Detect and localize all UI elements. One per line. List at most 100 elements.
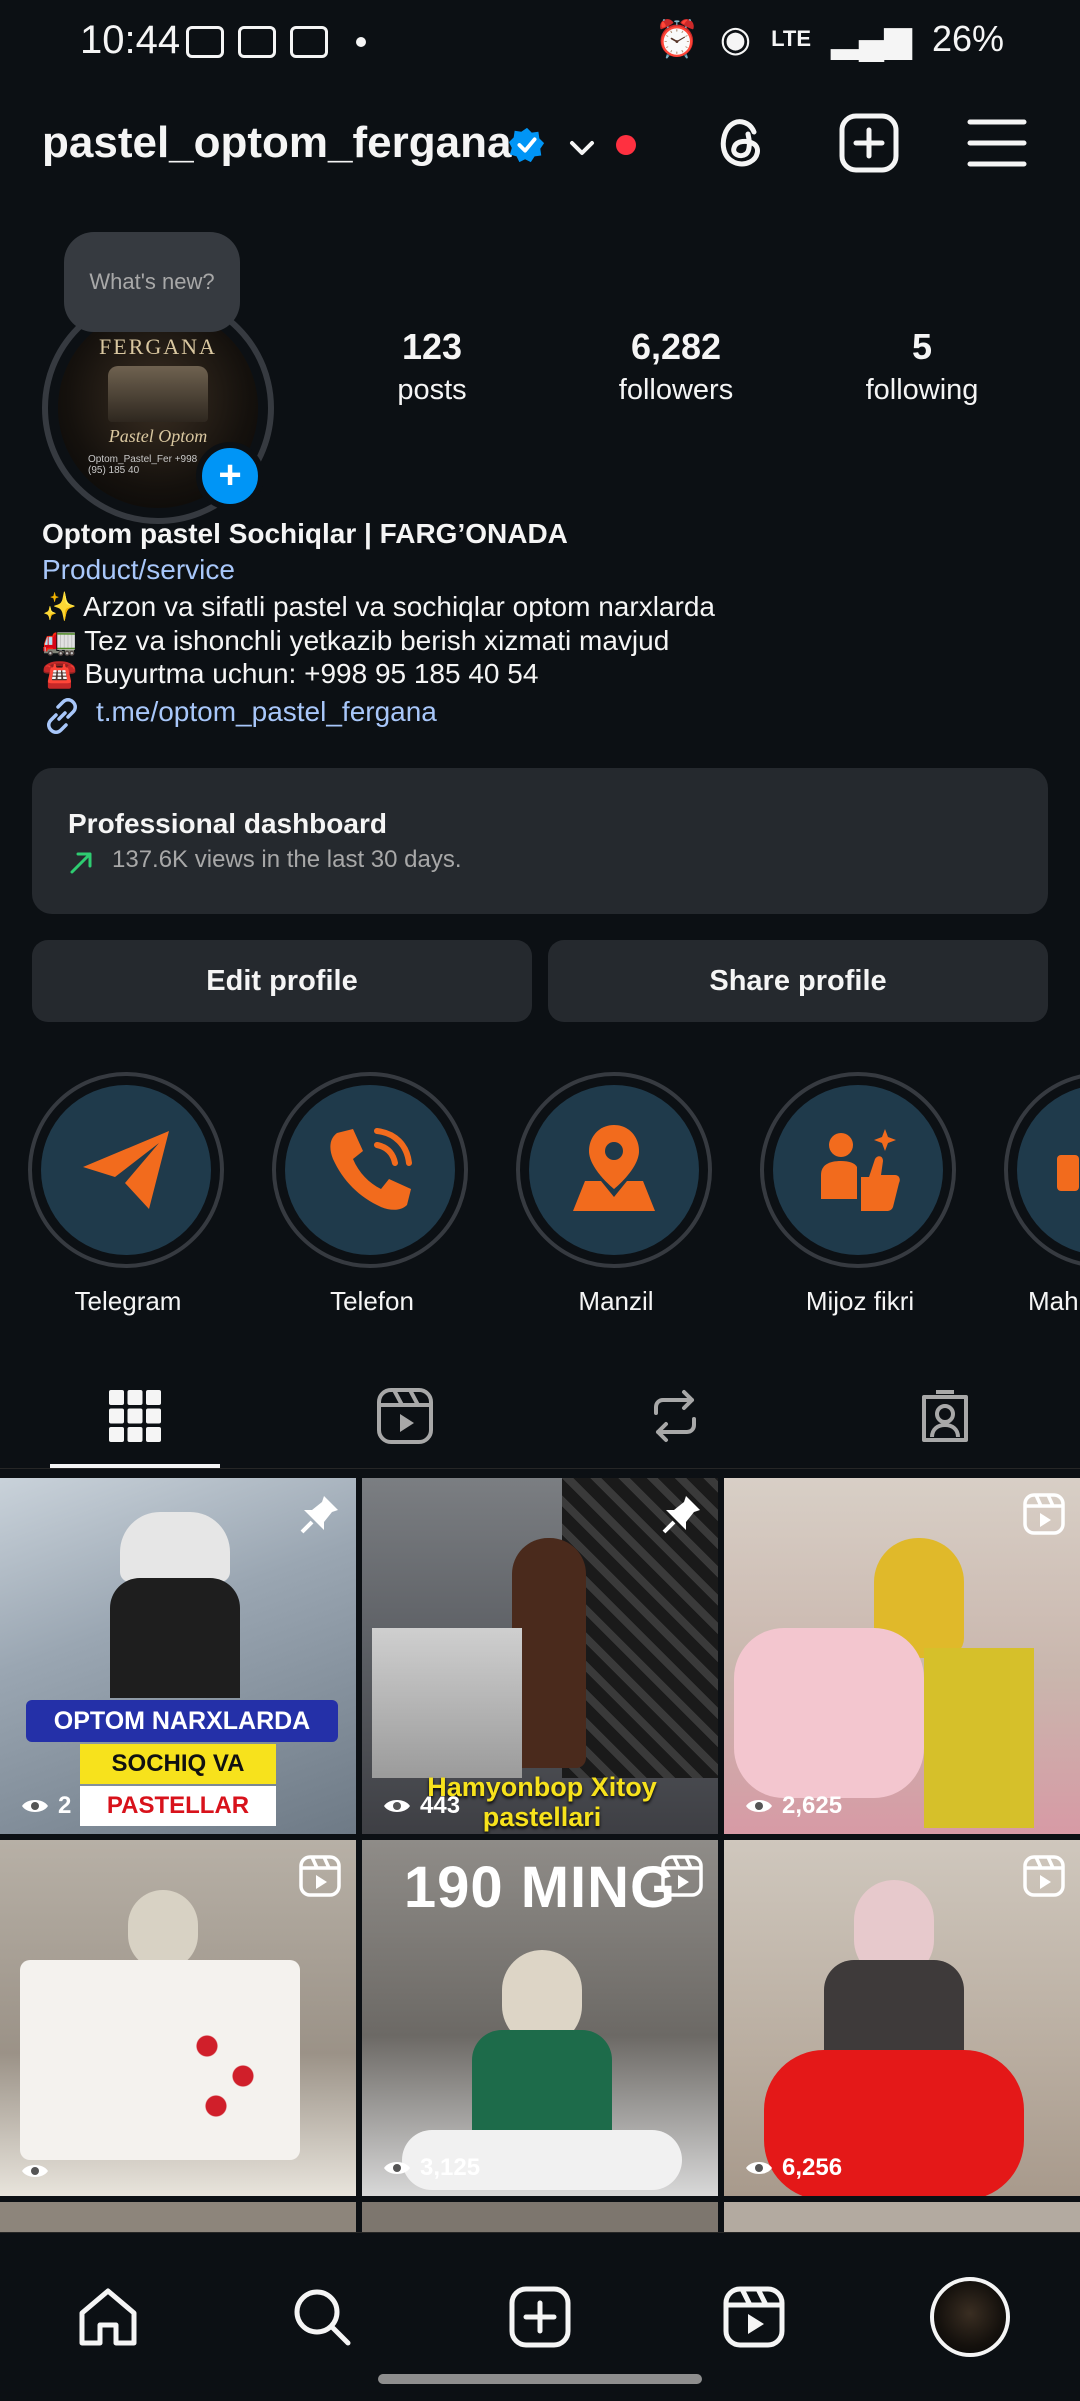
account-switch-chevron-icon[interactable] bbox=[566, 132, 598, 164]
post-views bbox=[20, 2160, 58, 2182]
photo-person bbox=[512, 1538, 586, 1768]
bio-name: Optom pastel Sochiqlar | FARG’ONADA bbox=[42, 518, 568, 549]
post-tile-partial[interactable] bbox=[362, 2202, 718, 2232]
highlight-manzil[interactable]: Manzil bbox=[516, 1072, 716, 1317]
post-view-count: 443 bbox=[420, 1792, 461, 1819]
reels-icon bbox=[377, 1388, 433, 1444]
hotspot-icon: ◉ bbox=[719, 18, 752, 59]
stat-label: posts bbox=[397, 374, 467, 406]
post-tile[interactable]: 6,256 bbox=[724, 1840, 1080, 2196]
home-indicator[interactable] bbox=[378, 2374, 702, 2384]
tab-tagged[interactable] bbox=[810, 1366, 1080, 1466]
add-story-button[interactable]: + bbox=[196, 442, 264, 510]
eye-icon bbox=[22, 1800, 48, 1812]
profile-username[interactable]: pastel_optom_fergana bbox=[42, 118, 511, 168]
notification-icons bbox=[186, 26, 366, 58]
post-views: 6,256 bbox=[744, 2154, 842, 2182]
highlight-telefon[interactable]: Telefon bbox=[272, 1072, 472, 1317]
paper-plane-icon bbox=[83, 1131, 169, 1209]
post-views: 2,625 bbox=[744, 1792, 842, 1820]
post-tile-partial[interactable] bbox=[724, 2202, 1080, 2232]
bio-line: ☎️ Buyurtma uchun: +998 95 185 40 54 bbox=[42, 658, 539, 689]
tab-posts-grid[interactable] bbox=[0, 1366, 270, 1466]
post-views: 3,125 bbox=[382, 2154, 480, 2182]
photo-bedding-stack bbox=[372, 1628, 522, 1778]
edit-profile-button[interactable]: Edit profile bbox=[32, 940, 532, 1022]
stat-following[interactable]: 5 following bbox=[802, 326, 1042, 407]
bio-link[interactable]: t.me/optom_pastel_fergana bbox=[96, 696, 437, 728]
photo-hat bbox=[120, 1512, 230, 1582]
bio-category[interactable]: Product/service bbox=[42, 554, 235, 586]
voicemail-icon bbox=[290, 26, 328, 58]
post-tile[interactable] bbox=[0, 1840, 356, 2196]
reels-icon bbox=[1023, 1855, 1065, 1897]
tab-reels[interactable] bbox=[270, 1366, 540, 1466]
highlight-cover bbox=[529, 1085, 699, 1255]
highlight-telegram[interactable]: Telegram bbox=[28, 1072, 228, 1317]
highlight-mah[interactable]: Mah bbox=[1004, 1072, 1080, 1317]
profile-avatar-tab[interactable] bbox=[930, 2277, 1010, 2357]
unread-indicator bbox=[616, 135, 636, 155]
post-tile[interactable]: OPTOM NARXLARDA SOCHIQ VA PASTELLAR 2 bbox=[0, 1478, 356, 1834]
highlight-ring bbox=[272, 1072, 468, 1268]
stat-value: 5 bbox=[911, 326, 933, 367]
reposts-icon bbox=[654, 1390, 696, 1442]
post-tile-partial[interactable] bbox=[0, 2202, 356, 2232]
search-icon[interactable] bbox=[290, 2285, 354, 2349]
stat-posts[interactable]: 123 posts bbox=[312, 326, 552, 407]
eye-icon bbox=[22, 2165, 48, 2177]
trend-up-icon bbox=[70, 852, 92, 874]
highlight-cover bbox=[1017, 1085, 1080, 1255]
alarm-icon: ⏰ bbox=[654, 18, 700, 59]
dashboard-subtitle: 137.6K views in the last 30 days. bbox=[112, 846, 462, 873]
thumbs-up-icon bbox=[821, 1129, 900, 1211]
home-icon[interactable] bbox=[76, 2285, 140, 2349]
professional-dashboard[interactable]: Professional dashboard 137.6K views in t… bbox=[32, 768, 1048, 914]
post-caption: SOCHIQ VA bbox=[80, 1744, 276, 1784]
more-notifications-icon bbox=[356, 37, 366, 47]
stat-label: followers bbox=[618, 374, 734, 406]
menu-icon[interactable] bbox=[966, 112, 1028, 174]
link-icon bbox=[47, 698, 77, 734]
threads-icon[interactable] bbox=[710, 112, 772, 174]
post-view-count: 6,256 bbox=[782, 2154, 843, 2181]
highlight-label: Mijoz fikri bbox=[805, 1286, 915, 1316]
highlight-label: Telegram bbox=[74, 1286, 182, 1316]
status-bar: 10:44 ⏰ ◉ LTE ▂▄▆ 26% bbox=[0, 0, 1080, 90]
share-profile-button[interactable]: Share profile bbox=[548, 940, 1048, 1022]
status-time: 10:44 bbox=[80, 18, 181, 62]
photo-person bbox=[128, 1890, 198, 1970]
post-tile[interactable]: 190 MING 3,125 bbox=[362, 1840, 718, 2196]
photo-pillow bbox=[734, 1628, 924, 1798]
tab-reposts[interactable] bbox=[540, 1366, 810, 1466]
reels-icon bbox=[661, 1855, 703, 1897]
verified-badge-icon bbox=[508, 127, 545, 163]
stat-followers[interactable]: 6,282 followers bbox=[556, 326, 796, 407]
avatar-contact-text: Optom_Pastel_Fer +998 (95) 185 40 bbox=[88, 454, 198, 476]
create-post-icon[interactable] bbox=[838, 112, 900, 174]
tabs-divider bbox=[0, 1468, 1080, 1469]
photo-person bbox=[110, 1578, 240, 1698]
reels-icon bbox=[299, 1855, 341, 1897]
eye-icon bbox=[384, 1800, 410, 1812]
highlight-cover bbox=[285, 1085, 455, 1255]
highlight-label: Manzil bbox=[578, 1286, 654, 1316]
bio-line: 🚛 Tez va ishonchli yetkazib berish xizma… bbox=[42, 625, 670, 656]
bed-image bbox=[108, 366, 208, 422]
post-caption: OPTOM NARXLARDA bbox=[26, 1700, 338, 1742]
highlight-label: Telefon bbox=[330, 1286, 414, 1316]
post-tile[interactable]: 2,625 bbox=[724, 1478, 1080, 1834]
post-view-count: 2,625 bbox=[782, 1792, 843, 1819]
gallery-icon bbox=[238, 26, 276, 58]
post-tile[interactable]: Hamyonbop Xitoy pastellari 443 bbox=[362, 1478, 718, 1834]
highlight-mijoz-fikri[interactable]: Mijoz fikri bbox=[760, 1072, 960, 1317]
create-icon[interactable] bbox=[508, 2285, 572, 2349]
highlight-ring bbox=[1004, 1072, 1080, 1268]
pin-icon bbox=[300, 1496, 338, 1534]
pin-icon bbox=[662, 1496, 700, 1534]
photo-heart-pattern bbox=[180, 2010, 270, 2130]
note-bubble[interactable]: What's new? bbox=[64, 232, 240, 332]
partial-icon bbox=[1057, 1155, 1079, 1191]
reels-icon[interactable] bbox=[722, 2285, 786, 2349]
dashboard-title: Professional dashboard bbox=[68, 808, 387, 839]
